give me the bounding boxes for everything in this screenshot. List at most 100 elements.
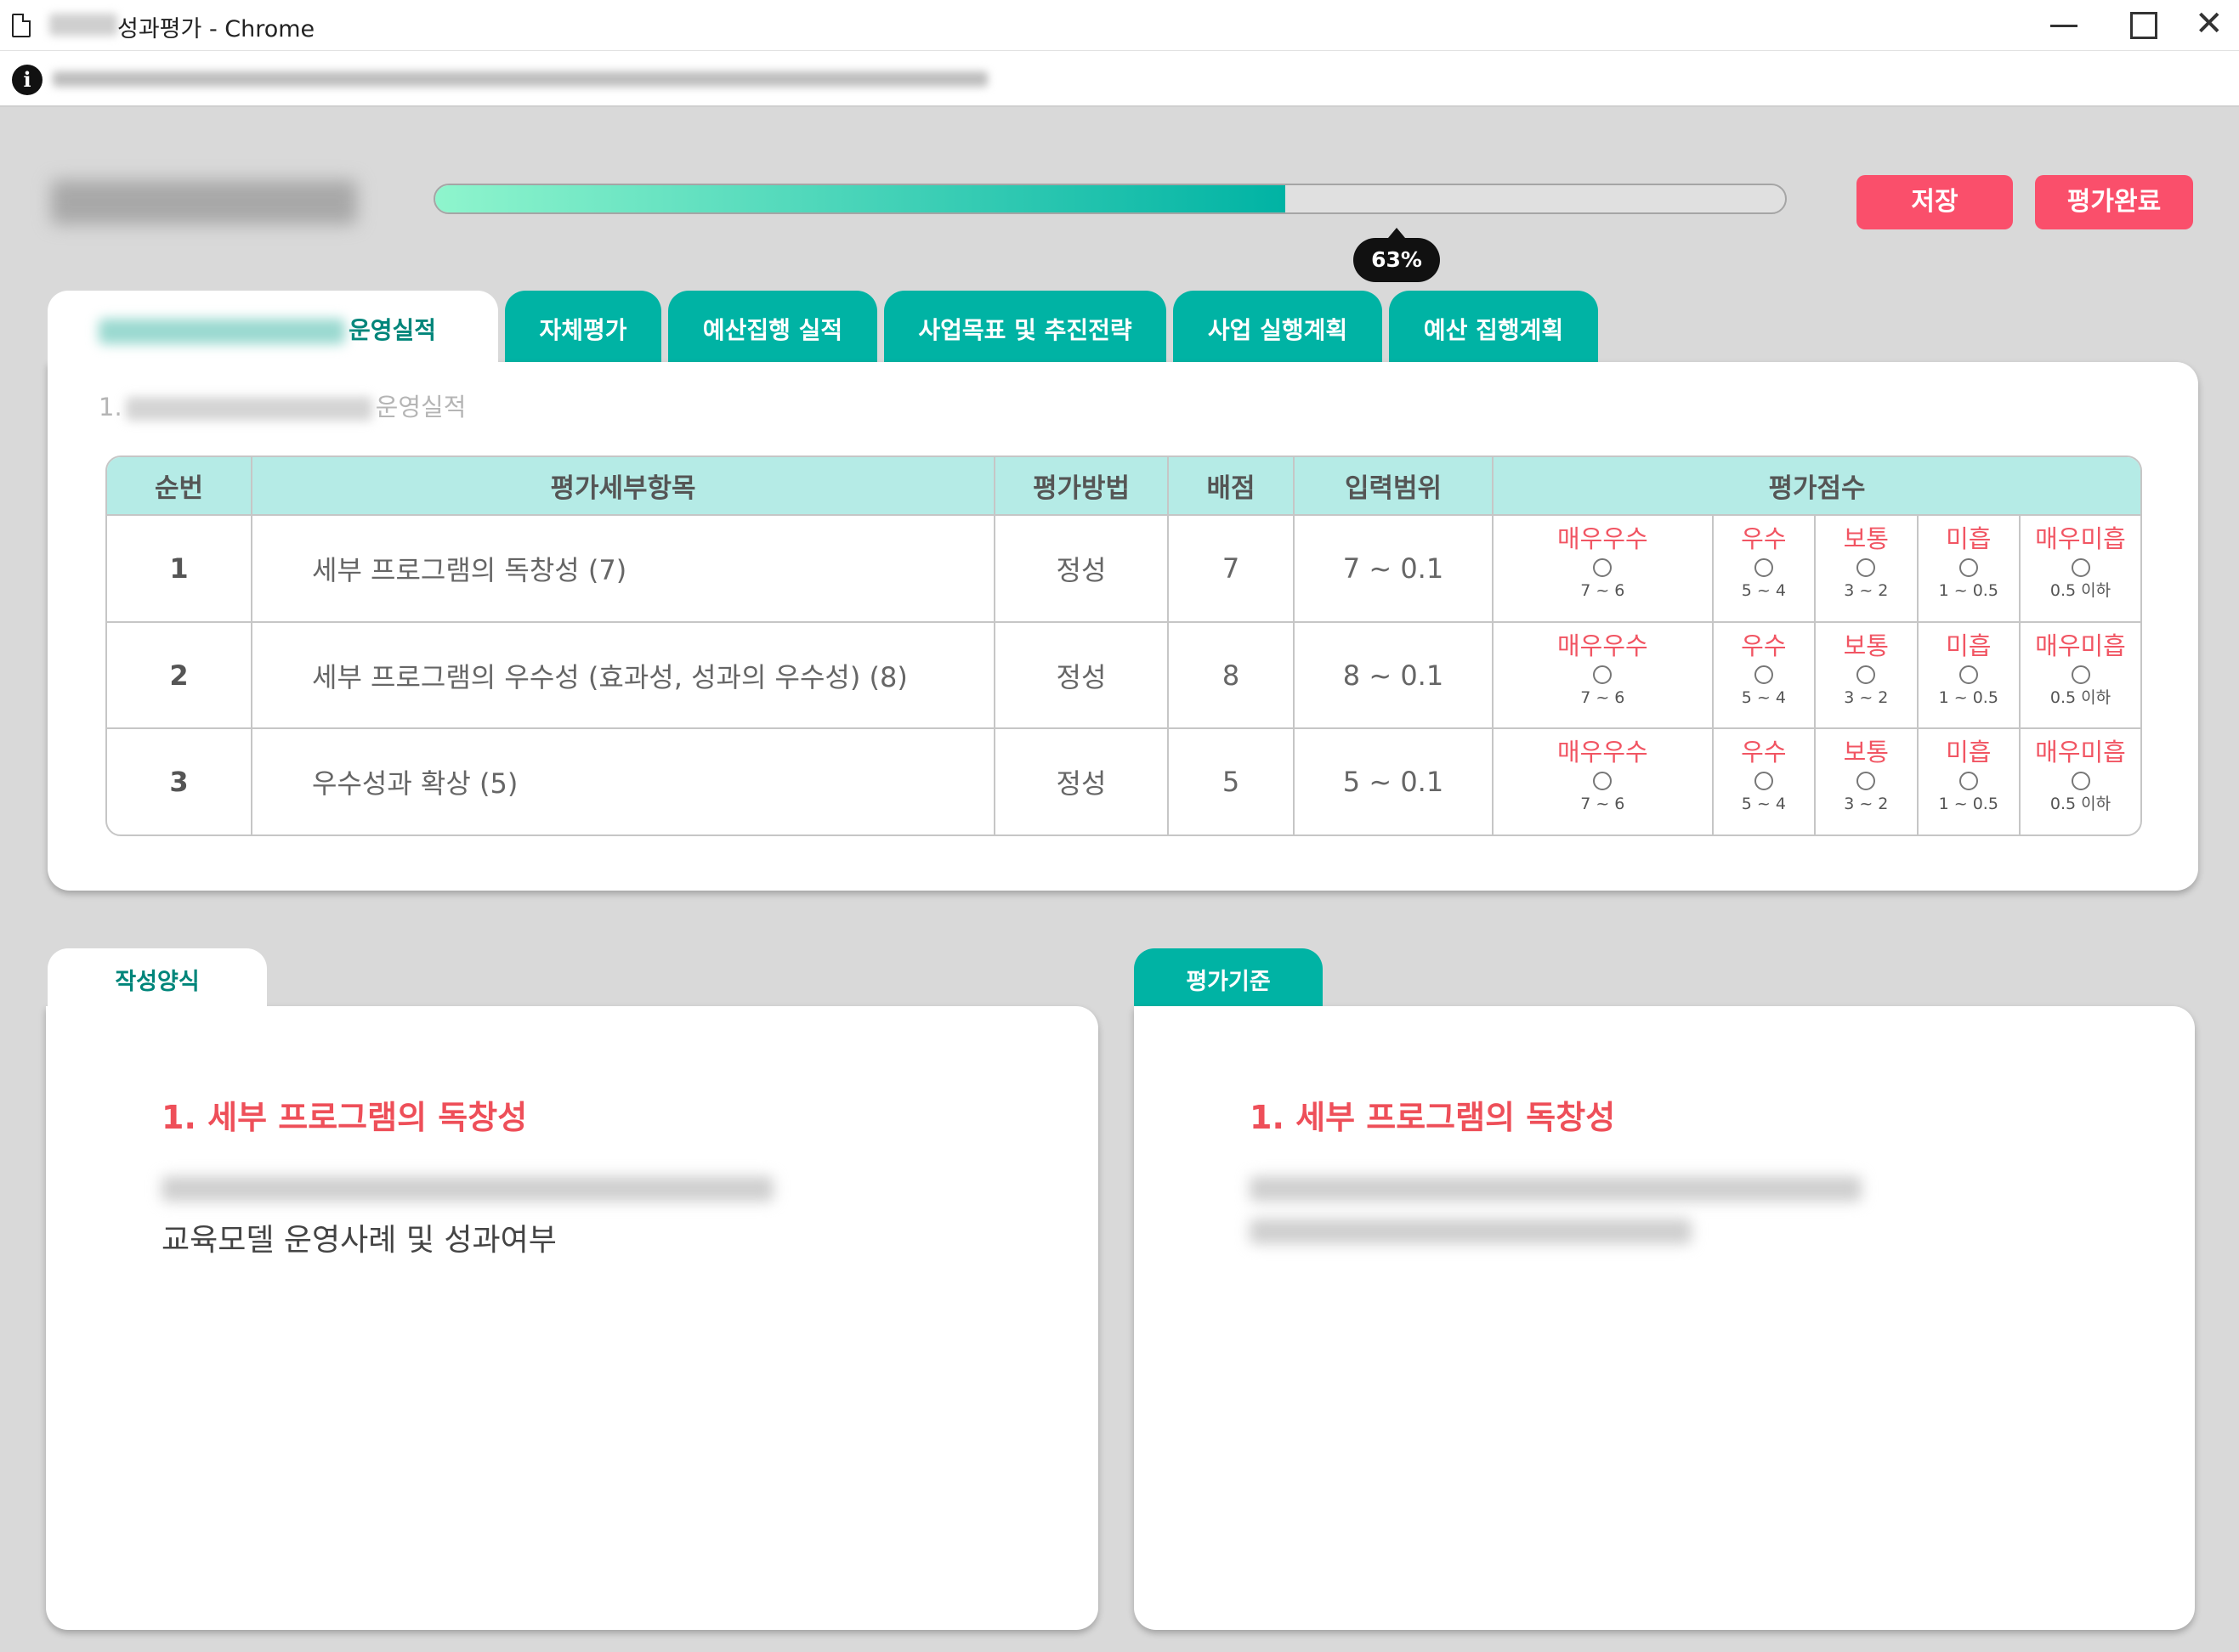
score-range: 0.5 이하 — [2049, 687, 2111, 707]
tab-evaluation-criteria[interactable]: 평가기준 — [1134, 948, 1323, 1013]
score-range: 7 ~ 6 — [1580, 581, 1625, 600]
criteria-redacted-line-1 — [1250, 1176, 1862, 1202]
row-method: 정성 — [995, 514, 1169, 622]
save-button[interactable]: 저장 — [1856, 175, 2013, 229]
score-option[interactable]: 우수 5 ~ 4 — [1714, 622, 1817, 728]
url-redacted[interactable] — [53, 71, 988, 87]
score-radio[interactable] — [1593, 665, 1613, 684]
tab-label-redacted — [99, 319, 345, 344]
info-icon[interactable]: i — [12, 65, 43, 95]
score-option[interactable]: 매우우수 7 ~ 6 — [1494, 516, 1714, 621]
table-row: 3 우수성과 확상 (5) 정성 5 5 ~ 0.1 매우우수 7 ~ 6 우수 5 ~ 4 보통… — [107, 727, 2140, 834]
score-option[interactable]: 우수 5 ~ 4 — [1714, 729, 1817, 834]
score-option[interactable]: 우수 5 ~ 4 — [1714, 516, 1817, 621]
section-title-redacted — [125, 397, 372, 421]
row-score-options: 매우우수 7 ~ 6 우수 5 ~ 4 보통 3 ~ 2 미흡 1 ~ 0.5 매우미흡 0.5 … — [1493, 620, 2140, 729]
maximize-icon[interactable] — [2125, 7, 2162, 44]
document-icon — [12, 14, 31, 37]
score-grade-label: 보통 — [1843, 631, 1889, 660]
score-option[interactable]: 매우미흡 0.5 이하 — [2021, 623, 2140, 728]
section-number: 1. — [99, 393, 122, 421]
row-range: 7 ~ 0.1 — [1294, 514, 1494, 622]
criteria-heading: 1. 세부 프로그램의 독창성 — [1250, 1099, 1616, 1136]
tab-self-evaluation[interactable]: 자체평가 — [505, 291, 661, 364]
header-seq: 순번 — [107, 457, 252, 515]
score-grade-label: 매우미흡 — [2035, 524, 2126, 553]
tab-label: 운영실적 — [349, 316, 437, 344]
score-grade-label: 매우우수 — [1556, 524, 1648, 553]
score-grade-label: 보통 — [1843, 738, 1889, 767]
score-radio[interactable] — [2071, 558, 2090, 577]
header-method: 평가방법 — [995, 457, 1169, 515]
row-score-options: 매우우수 7 ~ 6 우수 5 ~ 4 보통 3 ~ 2 미흡 1 ~ 0.5 매우미흡 0.5 … — [1493, 727, 2140, 834]
section-title-text: 운영실적 — [375, 393, 467, 421]
score-range: 0.5 이하 — [2049, 581, 2111, 600]
tab-operation-results[interactable]: 운영실적 — [48, 291, 498, 372]
complete-evaluation-button[interactable]: 평가완료 — [2035, 175, 2193, 229]
score-radio[interactable] — [1593, 772, 1613, 791]
window-title: 성과평가 - Chrome — [117, 16, 315, 42]
score-radio[interactable] — [1754, 772, 1773, 791]
score-option[interactable]: 보통 3 ~ 2 — [1816, 622, 1919, 728]
criteria-redacted-line-2 — [1250, 1219, 1692, 1244]
score-option[interactable]: 보통 3 ~ 2 — [1816, 516, 1919, 621]
score-radio[interactable] — [1958, 558, 1978, 577]
score-grade-label: 우수 — [1741, 631, 1787, 660]
table-header-row: 순번 평가세부항목 평가방법 배점 입력범위 평가점수 — [107, 457, 2140, 515]
title-bar: 성과평가 - Chrome ✕ — [0, 0, 2239, 51]
score-option[interactable]: 미흡 1 ~ 0.5 — [1919, 729, 2021, 834]
row-seq: 3 — [107, 727, 252, 834]
score-grade-label: 우수 — [1741, 738, 1787, 767]
row-points: 7 — [1168, 514, 1295, 622]
score-grade-label: 매우미흡 — [2035, 738, 2126, 767]
section-title: 1. 운영실적 — [99, 388, 466, 423]
score-radio[interactable] — [1856, 772, 1876, 791]
tab-goals-strategy[interactable]: 사업목표 및 추진전략 — [884, 291, 1166, 364]
score-option[interactable]: 매우미흡 0.5 이하 — [2021, 729, 2140, 834]
table-row: 2 세부 프로그램의 우수성 (효과성, 성과의 우수성) (8) 정성 8 8 ~ 0… — [107, 620, 2140, 729]
score-option[interactable]: 미흡 1 ~ 0.5 — [1919, 516, 2021, 621]
header-score: 평가점수 — [1493, 457, 2140, 515]
writing-form-panel: 1. 세부 프로그램의 독창성 교육모델 운영사례 및 성과여부 — [46, 1006, 1098, 1630]
row-points: 8 — [1168, 620, 1295, 729]
score-radio[interactable] — [1856, 558, 1876, 577]
score-grade-label: 우수 — [1741, 524, 1787, 553]
score-range: 5 ~ 4 — [1741, 581, 1786, 600]
row-method: 정성 — [995, 620, 1169, 729]
header-item: 평가세부항목 — [252, 457, 995, 515]
row-item: 세부 프로그램의 독창성 (7) — [252, 514, 995, 622]
score-option[interactable]: 매우미흡 0.5 이하 — [2021, 516, 2140, 621]
minimize-icon[interactable] — [2047, 7, 2084, 44]
tab-budget-execution[interactable]: 예산집행 실적 — [668, 291, 877, 364]
evaluation-criteria-panel: 1. 세부 프로그램의 독창성 — [1134, 1006, 2195, 1630]
score-grade-label: 미흡 — [1946, 524, 1992, 553]
score-range: 3 ~ 2 — [1844, 795, 1889, 814]
score-range: 0.5 이하 — [2049, 795, 2111, 814]
score-range: 7 ~ 6 — [1580, 795, 1625, 814]
school-name-redacted — [51, 180, 357, 224]
close-icon[interactable]: ✕ — [2195, 7, 2232, 44]
score-option[interactable]: 미흡 1 ~ 0.5 — [1919, 622, 2021, 728]
score-radio[interactable] — [1958, 665, 1978, 684]
score-radio[interactable] — [1958, 772, 1978, 791]
score-radio[interactable] — [1593, 558, 1613, 577]
row-method: 정성 — [995, 727, 1169, 834]
score-radio[interactable] — [2071, 772, 2090, 791]
score-radio[interactable] — [1754, 558, 1773, 577]
row-points: 5 — [1168, 727, 1295, 834]
row-range: 5 ~ 0.1 — [1294, 727, 1494, 834]
score-radio[interactable] — [1856, 665, 1876, 684]
row-score-options: 매우우수 7 ~ 6 우수 5 ~ 4 보통 3 ~ 2 미흡 1 ~ 0.5 매우미흡 0.5 … — [1493, 514, 2140, 622]
evaluation-table: 순번 평가세부항목 평가방법 배점 입력범위 평가점수 1 세부 프로그램의 독창… — [105, 455, 2142, 836]
row-item: 우수성과 확상 (5) — [252, 727, 995, 834]
tab-budget-plan[interactable]: 예산 집행계획 — [1389, 291, 1598, 364]
score-option[interactable]: 보통 3 ~ 2 — [1816, 729, 1919, 834]
tab-action-plan[interactable]: 사업 실행계획 — [1173, 291, 1382, 364]
score-grade-label: 매우미흡 — [2035, 631, 2126, 660]
score-radio[interactable] — [1754, 665, 1773, 684]
score-range: 1 ~ 0.5 — [1938, 687, 1998, 707]
score-option[interactable]: 매우우수 7 ~ 6 — [1494, 729, 1714, 834]
score-option[interactable]: 매우우수 7 ~ 6 — [1494, 622, 1714, 728]
score-radio[interactable] — [2071, 665, 2090, 684]
tab-writing-form[interactable]: 작성양식 — [48, 948, 267, 1013]
